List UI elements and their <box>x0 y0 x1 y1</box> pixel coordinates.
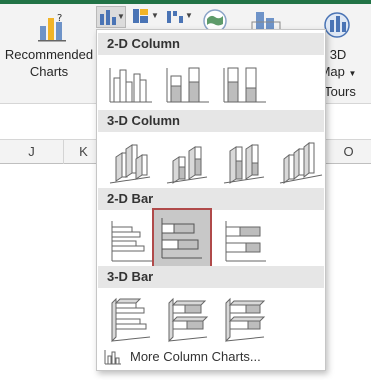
section-3d-bar-header: 3-D Bar <box>98 266 324 288</box>
column-chart-dropdown: 2-D Column 3-D Column 2-D Bar 3-D Bar Mo… <box>96 29 326 371</box>
3d-clustered-column-icon <box>109 144 151 184</box>
100-stacked-bar-option[interactable] <box>219 214 271 266</box>
more-column-charts-label: More Column Charts... <box>130 349 261 364</box>
insert-hierarchy-chart-button[interactable]: ▼ <box>130 6 160 28</box>
recommended-charts-label-2: Charts <box>29 64 69 79</box>
stacked-bar-option[interactable] <box>152 208 212 268</box>
section-2d-column-header: 2-D Column <box>98 33 324 55</box>
chevron-down-icon: ▼ <box>151 11 159 20</box>
chevron-down-icon: ▼ <box>117 12 125 21</box>
3d-100-stacked-column-icon <box>223 144 265 184</box>
column-chart-small-icon <box>104 350 121 365</box>
3d-clustered-column-option[interactable] <box>105 136 157 188</box>
clustered-column-icon <box>109 68 152 103</box>
3d-stacked-bar-icon <box>168 297 209 343</box>
recommended-charts-icon: ? <box>38 13 66 42</box>
3d-column-icon <box>279 141 323 185</box>
globe-icon <box>324 12 350 38</box>
clustered-bar-option[interactable] <box>105 214 157 266</box>
column-header-j[interactable]: J <box>0 140 64 164</box>
3d-stacked-column-option[interactable] <box>162 136 214 188</box>
clustered-column-option[interactable] <box>105 59 157 111</box>
insert-column-chart-button[interactable]: ▼ <box>96 6 126 28</box>
3d-stacked-bar-option[interactable] <box>162 292 214 344</box>
ribbon-accent-line <box>0 0 371 4</box>
column-chart-icon <box>100 10 116 25</box>
stacked-column-option[interactable] <box>162 59 214 111</box>
3d-100-stacked-column-option[interactable] <box>219 136 271 188</box>
stacked-bar-icon <box>161 218 202 259</box>
hierarchy-chart-icon <box>133 9 148 23</box>
3d-column-option[interactable] <box>275 136 327 188</box>
3d-clustered-bar-option[interactable] <box>105 292 157 344</box>
3d-stacked-column-icon <box>166 146 208 184</box>
chevron-down-icon: ▼ <box>185 11 193 20</box>
column-header-o[interactable]: O <box>326 140 371 164</box>
insert-waterfall-chart-button[interactable]: ▼ <box>164 6 194 28</box>
clustered-bar-icon <box>111 221 152 262</box>
recommended-charts-label-1: Recommended <box>4 47 94 62</box>
section-2d-bar-header: 2-D Bar <box>98 188 324 210</box>
100-stacked-column-option[interactable] <box>219 59 271 111</box>
100-stacked-column-icon <box>223 67 266 103</box>
section-3d-column-header: 3-D Column <box>98 110 324 132</box>
more-column-charts-item[interactable]: More Column Charts... <box>98 344 324 370</box>
svg-text:?: ? <box>57 13 62 24</box>
3d-clustered-bar-icon <box>111 297 151 343</box>
100-stacked-bar-icon <box>225 221 266 262</box>
3d-100-stacked-bar-option[interactable] <box>219 292 271 344</box>
3d-100-stacked-bar-icon <box>225 297 266 343</box>
stacked-column-icon <box>166 67 209 103</box>
recommended-charts-button[interactable]: ? Recommended Charts <box>4 6 94 82</box>
waterfall-chart-icon <box>167 11 183 23</box>
